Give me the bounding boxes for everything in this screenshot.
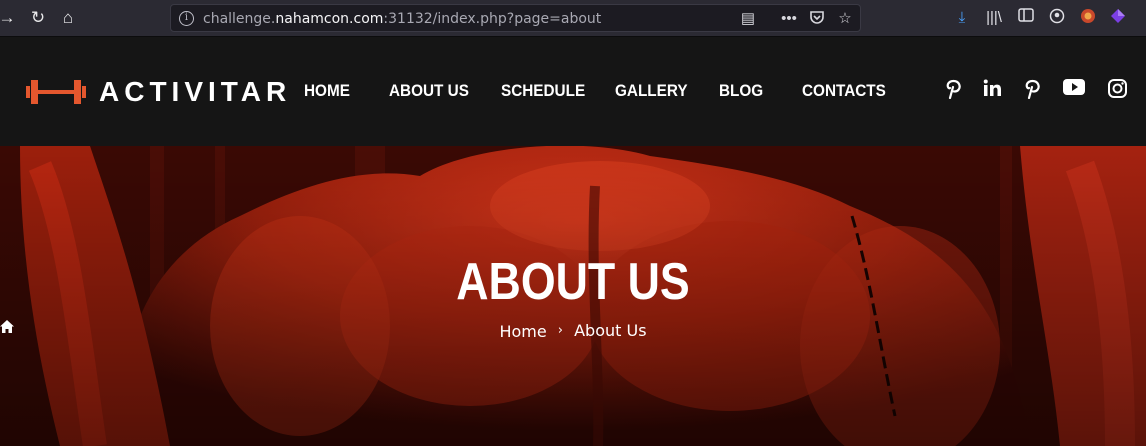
logo-text: ACTIVITAR bbox=[99, 76, 292, 107]
nav-blog[interactable]: BLOG bbox=[719, 81, 763, 101]
dumbbell-icon bbox=[26, 80, 86, 104]
breadcrumb-current: About Us bbox=[574, 321, 647, 340]
home-icon bbox=[0, 320, 14, 333]
breadcrumb-home-link[interactable]: Home bbox=[0, 320, 547, 341]
address-bar[interactable]: i challenge.nahamcon.com:31132/index.php… bbox=[170, 4, 861, 32]
forward-arrow-icon[interactable]: → bbox=[0, 7, 18, 29]
page-title: ABOUT US bbox=[456, 253, 690, 311]
instagram-icon[interactable] bbox=[1106, 79, 1128, 101]
url-text[interactable]: challenge.nahamcon.com:31132/index.php?p… bbox=[203, 11, 601, 27]
bookmark-star-icon[interactable]: ☆ bbox=[835, 9, 855, 29]
home-icon[interactable]: ⌂ bbox=[57, 7, 79, 29]
nav-home[interactable]: HOME bbox=[304, 81, 350, 101]
nav-contacts[interactable]: CONTACTS bbox=[802, 81, 886, 101]
nav-gallery[interactable]: GALLERY bbox=[615, 81, 688, 101]
linkedin-icon[interactable] bbox=[982, 79, 1004, 101]
site-logo[interactable]: ACTIVITAR bbox=[26, 76, 286, 107]
browser-toolbar: → ↻ ⌂ i challenge.nahamcon.com:31132/ind… bbox=[0, 0, 1146, 37]
account-icon[interactable] bbox=[1047, 8, 1067, 28]
library-icon[interactable]: |||\ bbox=[984, 8, 1004, 28]
pocket-icon[interactable] bbox=[807, 9, 827, 29]
hero-banner: ABOUT US Home › About Us bbox=[0, 146, 1146, 446]
pinterest-icon[interactable] bbox=[1022, 79, 1044, 101]
extension-cube-icon[interactable] bbox=[1108, 8, 1128, 28]
reload-icon[interactable]: ↻ bbox=[27, 7, 49, 29]
pinterest-icon[interactable] bbox=[943, 79, 965, 101]
download-icon[interactable]: ⤓ bbox=[952, 8, 972, 28]
nav-schedule[interactable]: SCHEDULE bbox=[501, 81, 585, 101]
youtube-icon[interactable] bbox=[1062, 79, 1086, 101]
reader-view-icon[interactable]: ▤ bbox=[738, 9, 758, 29]
info-icon[interactable]: i bbox=[179, 11, 194, 26]
nav-about-us[interactable]: ABOUT US bbox=[389, 81, 469, 101]
chevron-right-icon: › bbox=[557, 323, 563, 338]
sidebar-icon[interactable] bbox=[1016, 8, 1036, 28]
more-actions-icon[interactable]: ••• bbox=[779, 9, 799, 29]
extension-fox-icon[interactable] bbox=[1078, 8, 1098, 28]
breadcrumb: Home › About Us bbox=[0, 320, 1146, 341]
site-header: ACTIVITAR HOME ABOUT US SCHEDULE GALLERY… bbox=[0, 37, 1146, 146]
